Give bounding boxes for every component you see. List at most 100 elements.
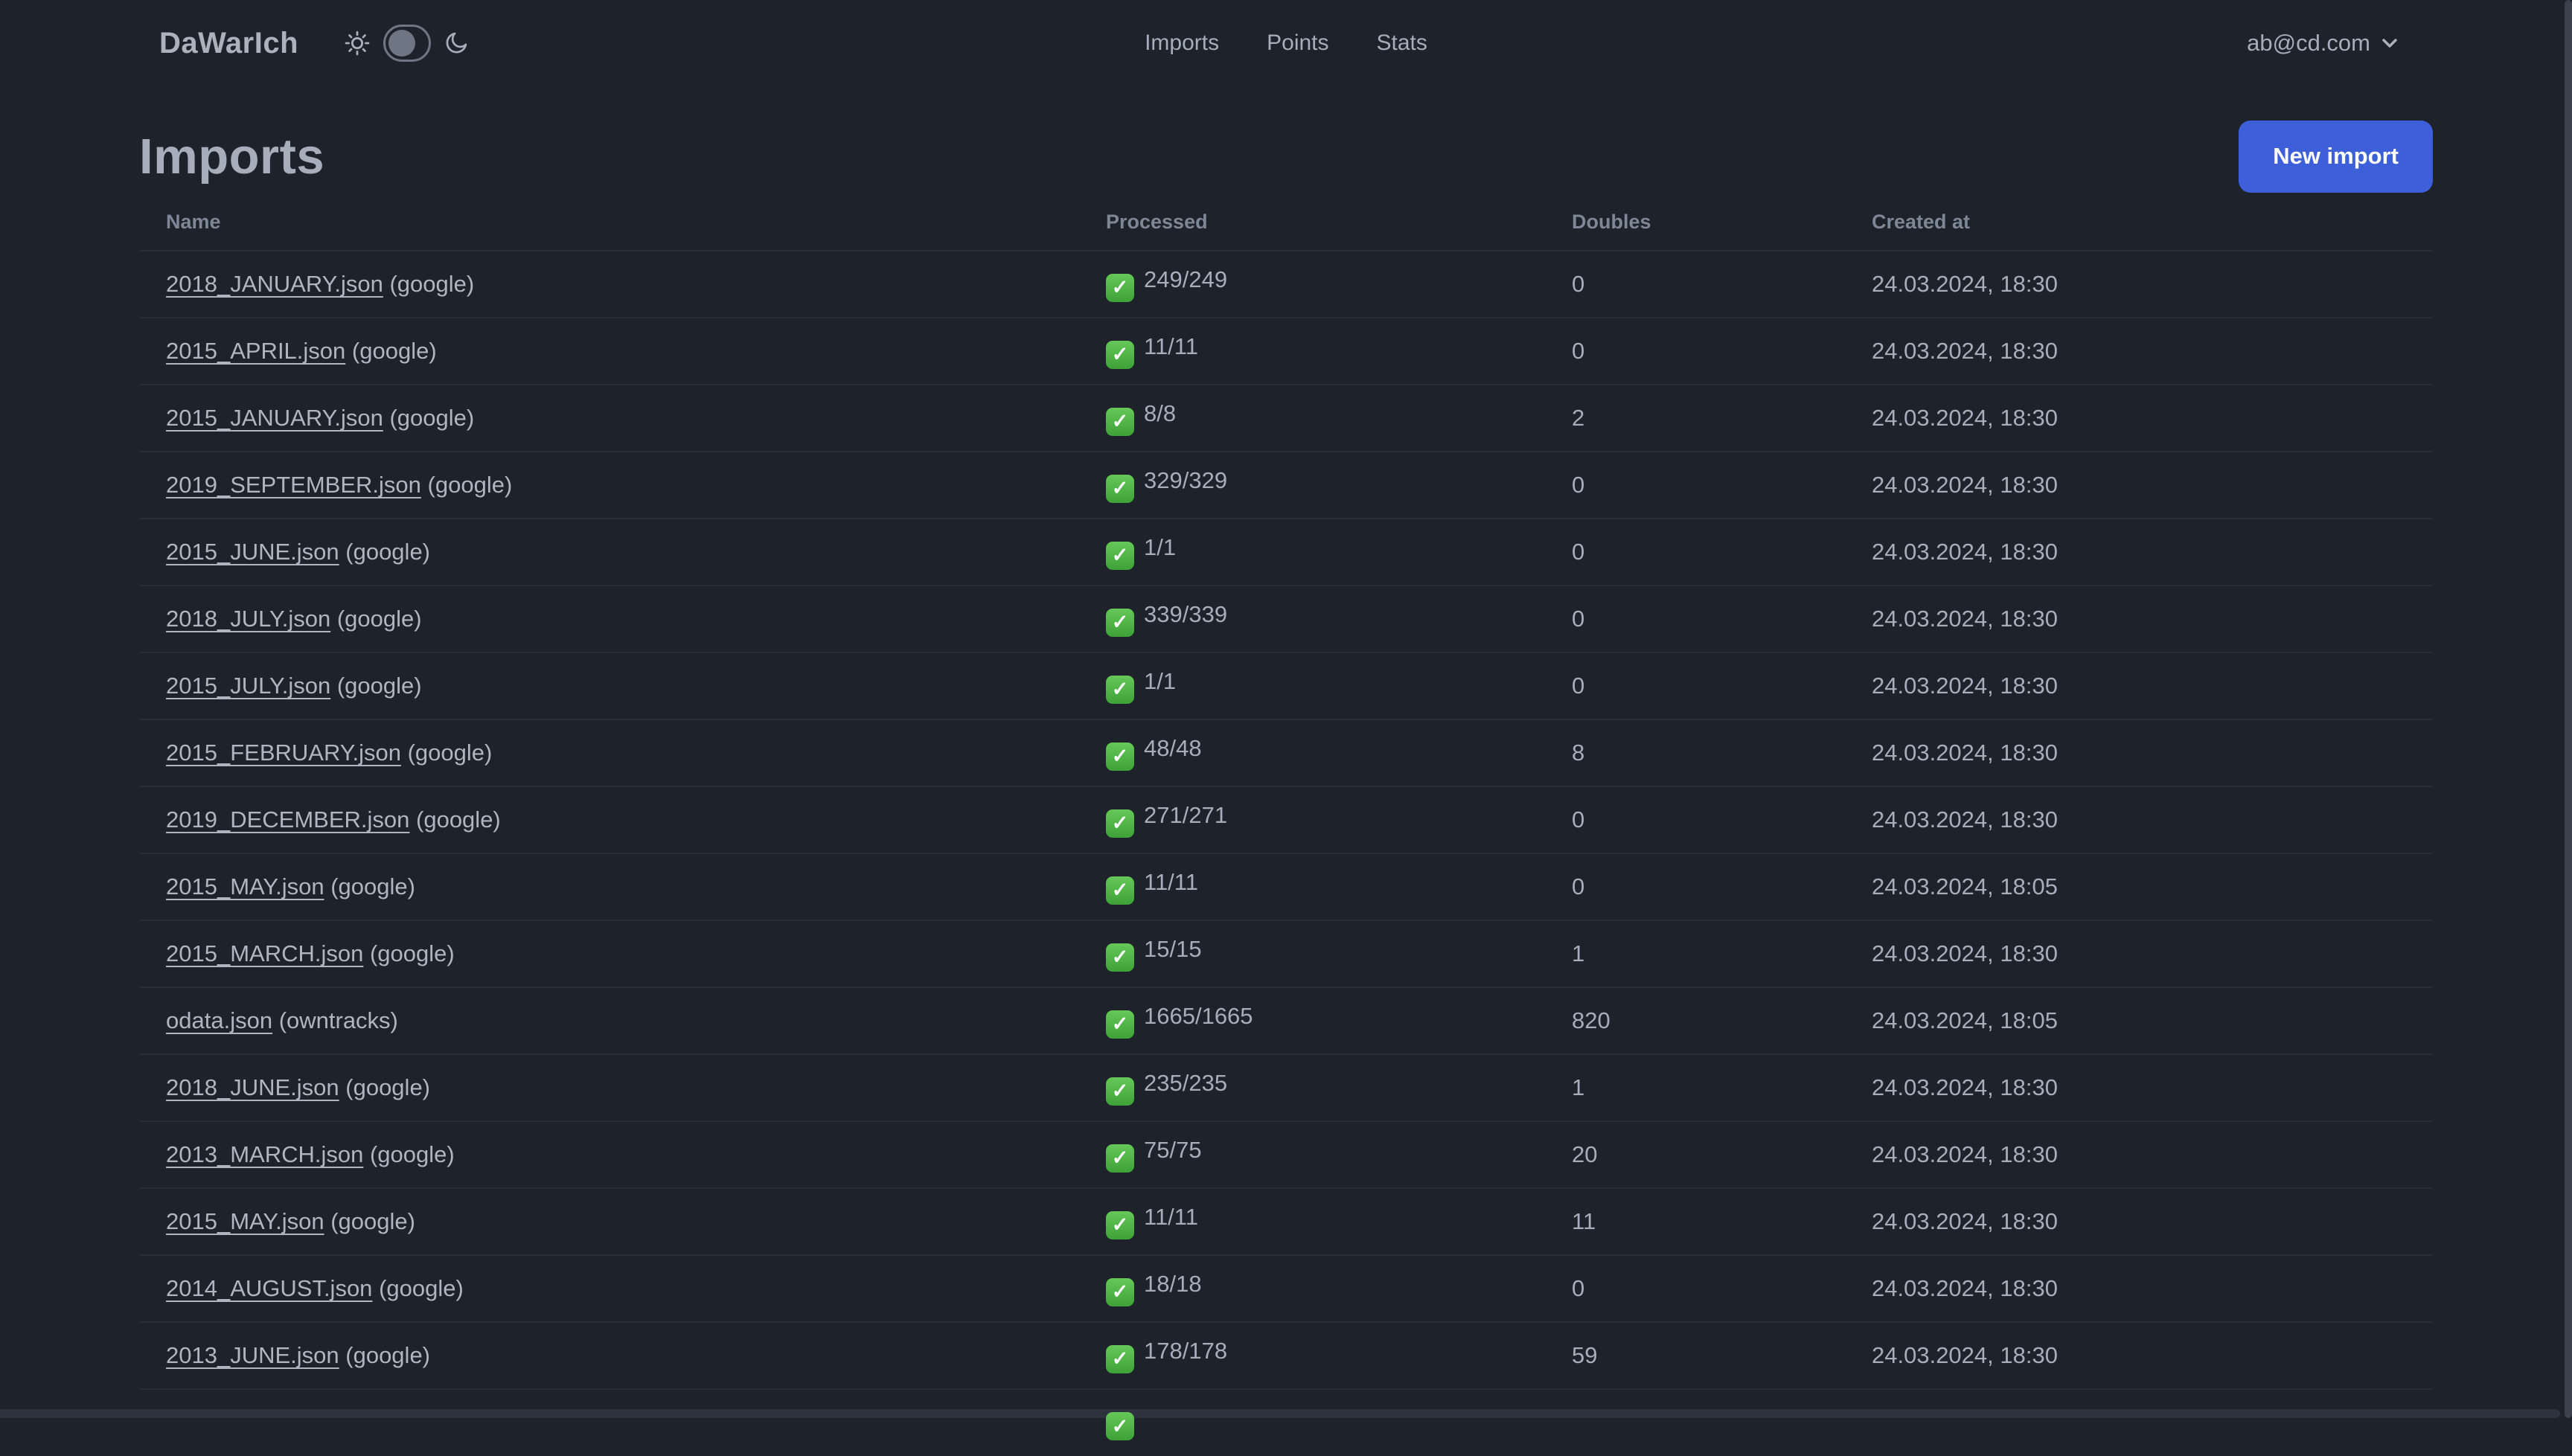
import-source: (owntracks) xyxy=(278,1007,398,1033)
doubles-cell: 0 xyxy=(1572,271,1585,297)
created-at-cell: 24.03.2024, 18:05 xyxy=(1872,873,2058,899)
doubles-cell: 11 xyxy=(1572,1208,1596,1234)
import-source: (google) xyxy=(330,1208,415,1234)
doubles-cell: 0 xyxy=(1572,873,1585,899)
import-file-link[interactable]: 2015_JANUARY.json xyxy=(166,405,383,431)
import-file-link[interactable]: 2015_JUNE.json xyxy=(166,539,339,565)
created-at-cell: 24.03.2024, 18:30 xyxy=(1872,1141,2058,1167)
doubles-cell: 0 xyxy=(1572,806,1585,833)
doubles-cell: 0 xyxy=(1572,539,1585,565)
theme-toggle-knob xyxy=(388,30,416,57)
processed-count: 1665/1665 xyxy=(1144,1003,1253,1030)
import-source: (google) xyxy=(330,873,415,899)
table-row: odata.json (owntracks) ✓ 1665/1665 820 24.03… xyxy=(139,987,2433,1054)
import-file-link[interactable]: 2019_SEPTEMBER.json xyxy=(166,472,421,498)
name-cell: odata.json (owntracks) xyxy=(139,987,1079,1054)
doubles-cell: 0 xyxy=(1572,1275,1585,1301)
doubles-cell: 1 xyxy=(1572,940,1585,966)
processed-cell: ✓ 339/339 xyxy=(1079,586,1545,652)
imports-page: Imports New import Name Processed Double… xyxy=(139,119,2433,1456)
name-cell: 2018_JULY.json (google) xyxy=(139,586,1079,652)
green-check-icon: ✓ xyxy=(1106,1077,1134,1106)
name-cell: 2015_MARCH.json (google) xyxy=(139,920,1079,987)
import-source: (google) xyxy=(345,539,431,565)
nav-imports[interactable]: Imports xyxy=(1145,31,1219,56)
processed-cell: ✓ 8/8 xyxy=(1079,385,1545,452)
import-source: (google) xyxy=(369,940,455,966)
processed-cell: ✓ 1/1 xyxy=(1079,652,1545,719)
import-file-link[interactable]: 2015_JULY.json xyxy=(166,673,330,699)
chevron-down-icon xyxy=(2382,39,2397,48)
import-source: (google) xyxy=(345,1342,431,1368)
green-check-icon: ✓ xyxy=(1106,1277,1134,1306)
import-source: (google) xyxy=(379,1275,464,1301)
green-check-icon: ✓ xyxy=(1106,1210,1134,1239)
import-source: (google) xyxy=(389,271,475,297)
table-row: 2018_JUNE.json (google) ✓ 235/235 1 24.03.20… xyxy=(139,1054,2433,1121)
processed-count: 329/329 xyxy=(1144,467,1228,494)
processed-cell: ✓ xyxy=(1079,1389,1545,1456)
name-cell: 2019_DECEMBER.json (google) xyxy=(139,786,1079,853)
processed-cell: ✓ 11/11 xyxy=(1079,853,1545,920)
import-file-link[interactable]: odata.json xyxy=(166,1007,272,1033)
green-check-icon: ✓ xyxy=(1106,1010,1134,1039)
import-file-link[interactable]: 2014_AUGUST.json xyxy=(166,1275,372,1301)
created-at-cell: 24.03.2024, 18:30 xyxy=(1872,940,2058,966)
import-file-link[interactable]: 2015_MAY.json xyxy=(166,1208,324,1234)
table-row: 2014_AUGUST.json (google) ✓ 18/18 0 24.03.20… xyxy=(139,1255,2433,1322)
table-row: 2013_MARCH.json (google) ✓ 75/75 20 24.03.20… xyxy=(139,1121,2433,1188)
table-row: 2019_DECEMBER.json (google) ✓ 271/271 0 24.0… xyxy=(139,786,2433,853)
created-at-cell: 24.03.2024, 18:30 xyxy=(1872,472,2058,498)
table-row: 2015_JANUARY.json (google) ✓ 8/8 2 24.03.202… xyxy=(139,385,2433,452)
name-cell: 2015_JULY.json (google) xyxy=(139,652,1079,719)
import-file-link[interactable]: 2015_APRIL.json xyxy=(166,338,345,364)
processed-count: 11/11 xyxy=(1144,333,1198,360)
import-file-link[interactable]: 2018_JUNE.json xyxy=(166,1074,339,1100)
table-row: 2019_SEPTEMBER.json (google) ✓ 329/329 0 24.… xyxy=(139,452,2433,519)
name-cell: 2014_AUGUST.json (google) xyxy=(139,1255,1079,1322)
theme-toggle[interactable] xyxy=(383,25,432,62)
nav-points[interactable]: Points xyxy=(1267,31,1328,56)
processed-cell: ✓ 249/249 xyxy=(1079,251,1545,318)
import-file-link[interactable]: 2013_MARCH.json xyxy=(166,1141,363,1167)
created-at-cell: 24.03.2024, 18:30 xyxy=(1872,606,2058,632)
green-check-icon: ✓ xyxy=(1106,675,1134,704)
created-at-cell: 24.03.2024, 18:05 xyxy=(1872,1007,2058,1033)
table-row: 2015_MARCH.json (google) ✓ 15/15 1 24.03.202… xyxy=(139,920,2433,987)
processed-cell: ✓ 1665/1665 xyxy=(1079,987,1545,1054)
doubles-cell: 0 xyxy=(1572,338,1585,364)
import-file-link[interactable]: 2018_JANUARY.json xyxy=(166,271,383,297)
processed-cell: ✓ 18/18 xyxy=(1079,1255,1545,1322)
green-check-icon: ✓ xyxy=(1106,340,1134,369)
processed-cell: ✓ 329/329 xyxy=(1079,452,1545,519)
created-at-cell: 24.03.2024, 18:30 xyxy=(1872,271,2058,297)
created-at-cell: 24.03.2024, 18:30 xyxy=(1872,338,2058,364)
table-header: Name Processed Doubles Created at xyxy=(139,193,2433,251)
table-body: 2018_JANUARY.json (google) ✓ 249/249 0 24.03… xyxy=(139,251,2433,1456)
import-file-link[interactable]: 2015_FEBRUARY.json xyxy=(166,740,401,766)
user-menu[interactable]: ab@cd.com xyxy=(2242,29,2406,57)
vertical-scrollbar[interactable] xyxy=(2565,0,2572,1418)
new-import-button[interactable]: New import xyxy=(2239,120,2433,193)
import-file-link[interactable]: 2015_MARCH.json xyxy=(166,940,363,966)
import-file-link[interactable]: 2013_JUNE.json xyxy=(166,1342,339,1368)
name-cell: 2018_JANUARY.json (google) xyxy=(139,251,1079,318)
sun-icon xyxy=(345,31,370,56)
table-row: 2018_JULY.json (google) ✓ 339/339 0 24.03.20… xyxy=(139,586,2433,652)
column-header-processed: Processed xyxy=(1106,210,1208,233)
name-cell: 2019_SEPTEMBER.json (google) xyxy=(139,452,1079,519)
import-file-link[interactable]: 2018_JULY.json xyxy=(166,606,330,632)
column-header-doubles: Doubles xyxy=(1572,210,1651,233)
import-file-link[interactable]: 2015_MAY.json xyxy=(166,873,324,899)
nav-stats[interactable]: Stats xyxy=(1377,31,1427,56)
green-check-icon: ✓ xyxy=(1106,809,1134,838)
import-file-link[interactable]: 2019_DECEMBER.json xyxy=(166,806,409,833)
doubles-cell: 0 xyxy=(1572,673,1585,699)
table-row: 2018_JANUARY.json (google) ✓ 249/249 0 24.03… xyxy=(139,251,2433,318)
brand-logo[interactable]: DaWarIch xyxy=(159,27,298,60)
green-check-icon: ✓ xyxy=(1106,1412,1134,1441)
name-cell: 2015_MAY.json (google) xyxy=(139,853,1079,920)
moon-icon xyxy=(446,32,467,54)
created-at-cell: 24.03.2024, 18:30 xyxy=(1872,806,2058,833)
name-cell: 2018_JUNE.json (google) xyxy=(139,1054,1079,1121)
